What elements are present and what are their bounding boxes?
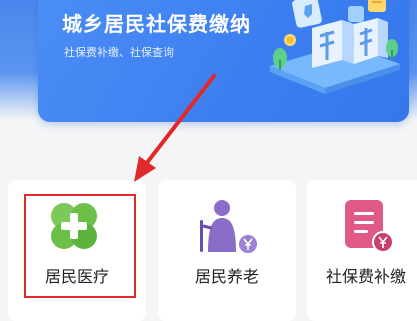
service-label-pension: 居民养老: [194, 267, 259, 286]
banner-subtitle: 社保费补缴、社保查询: [64, 46, 174, 59]
social-insurance-illustration: [270, 0, 400, 94]
medical-cross-icon: [51, 203, 97, 249]
social-insurance-banner[interactable]: 城乡居民社保费缴纳 社保费补缴、社保查询: [38, 0, 409, 122]
banner-title: 城乡居民社保费缴纳: [62, 12, 251, 36]
document-yen-icon: [345, 200, 394, 253]
service-label-medical: 居民医疗: [44, 267, 109, 286]
elderly-person-icon: [200, 200, 257, 253]
service-card-pension[interactable]: 居民养老: [158, 180, 296, 321]
service-card-medical[interactable]: 居民医疗: [8, 180, 146, 321]
service-label-supplementary-payment: 社保费补缴: [325, 267, 406, 286]
service-card-supplementary-payment[interactable]: 社保费补缴: [307, 180, 417, 321]
